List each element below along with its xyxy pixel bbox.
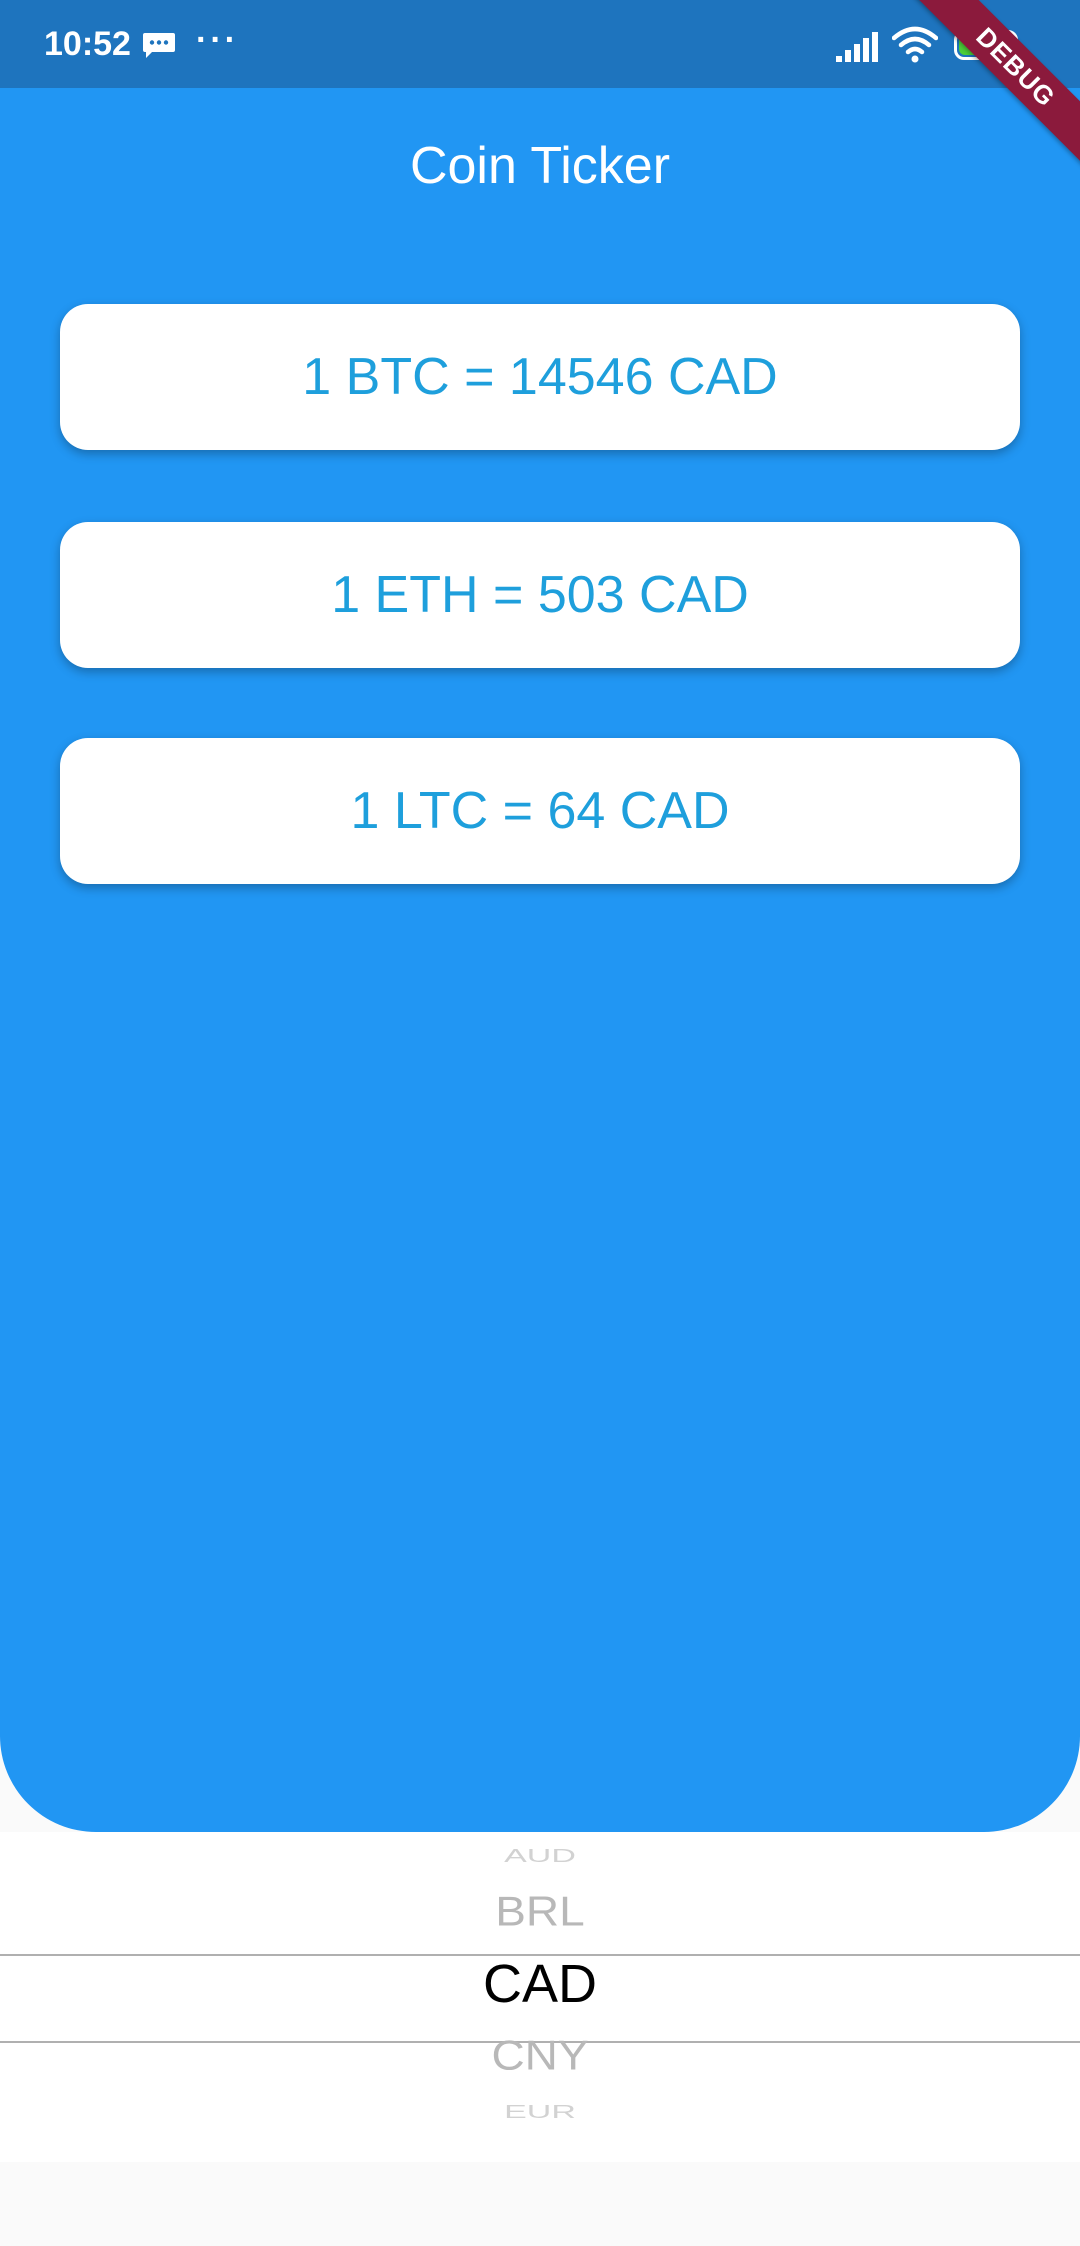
- rate-text-eth: 1 ETH = 503 CAD: [331, 566, 749, 624]
- rate-card-ltc: 1 LTC = 64 CAD: [60, 738, 1020, 884]
- signal-icon: [836, 32, 878, 62]
- more-notifications-icon: ···: [196, 21, 239, 59]
- picker-item-cny[interactable]: CNY: [0, 2031, 1080, 2080]
- picker-item-cad-selected[interactable]: CAD: [0, 1952, 1080, 2016]
- app-screen: 10:52 ··· 94 Coin Ticker: [0, 0, 1080, 2246]
- main-panel: Coin Ticker 1 BTC = 14546 CAD 1 ETH = 50…: [0, 88, 1080, 1832]
- message-icon: [143, 33, 175, 58]
- picker-item-brl[interactable]: BRL: [0, 1887, 1080, 1936]
- rate-text-ltc: 1 LTC = 64 CAD: [350, 782, 730, 840]
- rate-card-btc: 1 BTC = 14546 CAD: [60, 304, 1020, 450]
- rate-text-btc: 1 BTC = 14546 CAD: [302, 348, 778, 406]
- status-bar: 10:52 ··· 94: [0, 0, 1080, 88]
- status-time: 10:52: [44, 25, 131, 63]
- page-title: Coin Ticker: [409, 137, 671, 195]
- picker-item-eur[interactable]: EUR: [0, 2101, 1080, 2123]
- rate-card-eth: 1 ETH = 503 CAD: [60, 522, 1020, 668]
- picker-item-aud[interactable]: AUD: [0, 1845, 1080, 1867]
- currency-picker[interactable]: AUD BRL CAD CNY EUR: [0, 1832, 1080, 2162]
- wifi-icon: [892, 26, 938, 63]
